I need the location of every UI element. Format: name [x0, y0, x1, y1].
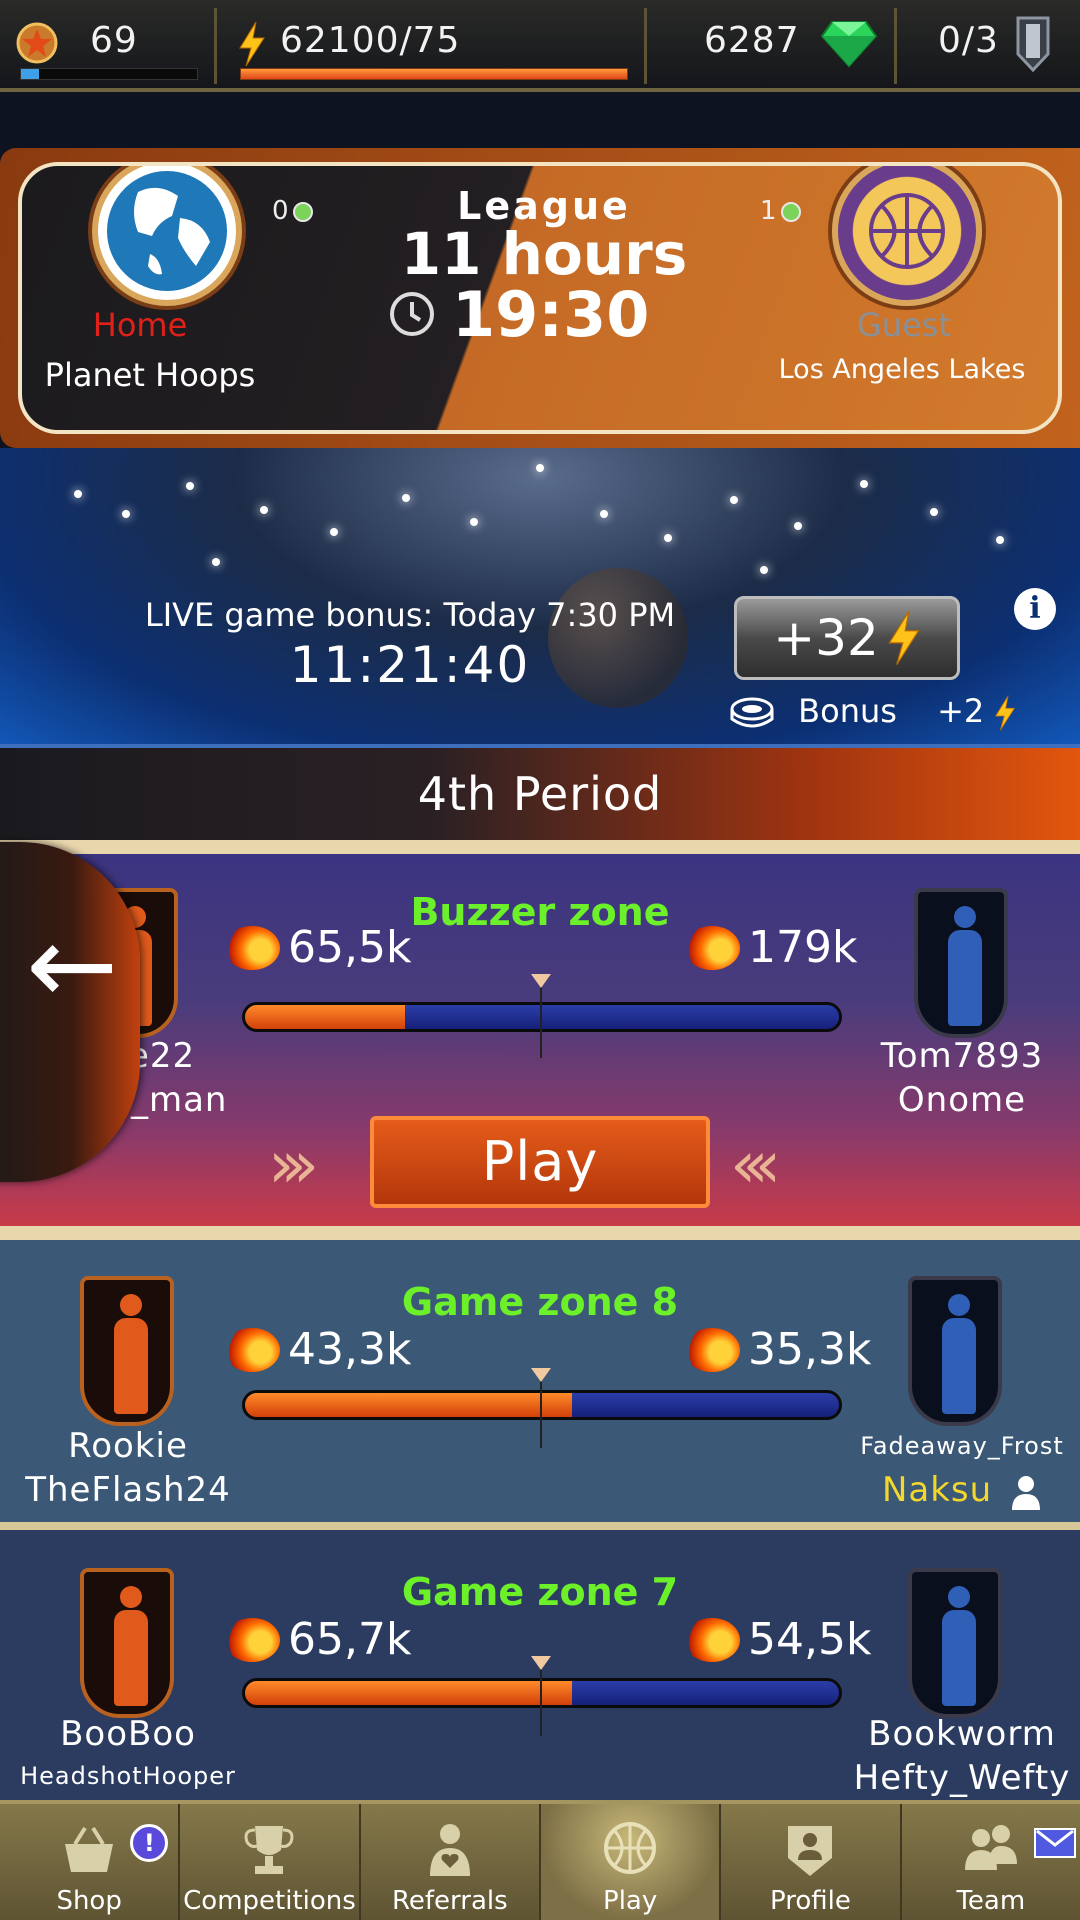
nav-team[interactable]: Team	[902, 1804, 1080, 1920]
fire-ball-icon	[224, 1617, 280, 1662]
match-card-frame: Home Planet Hoops 0 League 11 hours 19:3…	[0, 148, 1080, 448]
nav-shop[interactable]: ! Shop	[0, 1804, 181, 1920]
nav-profile[interactable]: Profile	[721, 1804, 902, 1920]
basketball-crest-icon	[869, 193, 945, 269]
match-card[interactable]: Home Planet Hoops 0 League 11 hours 19:3…	[18, 162, 1062, 434]
guest-player-avatar[interactable]	[914, 888, 1008, 1038]
midline-marker	[531, 1656, 551, 1736]
guest-zone-score: 35,3k	[684, 1324, 871, 1375]
game-zone-8-panel: Game zone 8 43,3k 35,3k Rookie TheFlash2…	[0, 1240, 1080, 1530]
guest-player-avatar[interactable]	[908, 1276, 1002, 1426]
live-bonus-timer: 11:21:40	[289, 636, 531, 694]
guest-role-label: Guest	[857, 306, 951, 344]
guest-score-dot-icon	[780, 201, 801, 222]
guest-player-name: Tom7893	[880, 1036, 1044, 1076]
energy-bolt-icon	[239, 22, 265, 66]
bonus-value-box: +32	[734, 596, 960, 680]
back-arrow-icon[interactable]: ←	[26, 910, 118, 1020]
match-time: 19:30	[452, 278, 650, 351]
current-user-name: Naksu	[832, 1470, 1080, 1510]
home-zone-score: 43,3k	[224, 1324, 411, 1375]
home-team-name: Planet Hoops	[44, 356, 256, 394]
gems-value: 6287	[704, 20, 800, 61]
gem-icon[interactable]	[820, 20, 878, 68]
clock-icon	[390, 292, 434, 336]
nav-label: Profile	[770, 1886, 851, 1916]
energy-value: 62100/75	[280, 20, 461, 61]
person-heart-icon	[429, 1824, 470, 1876]
xp-progress-bar	[20, 68, 198, 80]
midline-marker	[531, 974, 551, 1058]
zone-progress-bar	[242, 1390, 842, 1420]
period-header: 4th Period	[0, 744, 1080, 840]
home-zone-score: 65,7k	[224, 1614, 411, 1665]
basket-icon	[65, 1826, 114, 1872]
fire-ball-icon	[684, 925, 740, 970]
shield-ticket-icon[interactable]	[1014, 14, 1052, 72]
bottom-navigation: ! Shop Competitions Referrals Play Profi…	[0, 1800, 1080, 1920]
midline-marker	[531, 1368, 551, 1448]
guest-player-name: Onome	[897, 1080, 1027, 1120]
nav-label: Play	[603, 1886, 658, 1916]
stadium-icon	[730, 697, 774, 728]
live-bonus-title: LIVE game bonus: Today 7:30 PM	[144, 596, 676, 634]
live-bonus-panel: LIVE game bonus: Today 7:30 PM 11:21:40 …	[0, 448, 1080, 744]
bonus-value: +32	[773, 609, 879, 667]
chevrons-right-icon: ›››	[268, 1126, 319, 1203]
nav-label: Team	[956, 1886, 1026, 1916]
home-player-name: BooBoo	[60, 1714, 196, 1754]
basketball-icon	[604, 1822, 657, 1874]
nav-label: Referrals	[391, 1886, 508, 1916]
nav-referrals[interactable]: Referrals	[361, 1804, 541, 1920]
chevrons-left-icon: ‹‹‹	[730, 1126, 781, 1203]
level-star-icon	[16, 22, 58, 64]
fire-ball-icon	[224, 925, 280, 970]
fire-ball-icon	[684, 1327, 740, 1372]
guest-player-name: Hefty_Wefty	[853, 1758, 1071, 1798]
zone-progress-bar	[242, 1002, 842, 1032]
guest-zone-score: 179k	[684, 922, 857, 973]
resource-bar: 69 62100/75 6287 0/3	[0, 0, 1080, 92]
shop-badge: !	[130, 1824, 169, 1862]
team-icon	[964, 1825, 1017, 1870]
level-value: 69	[90, 20, 138, 61]
guest-score: 1	[760, 196, 801, 226]
guest-team-logo	[832, 166, 982, 306]
bonus-label: Bonus	[798, 692, 897, 730]
home-player-name: HeadshotHooper	[20, 1762, 236, 1790]
energy-bolt-icon	[995, 695, 1016, 731]
info-icon[interactable]: i	[1014, 588, 1056, 630]
home-zone-score: 65,5k	[224, 922, 411, 973]
home-player-name: TheFlash24	[25, 1470, 231, 1510]
mail-icon[interactable]	[1033, 1828, 1076, 1858]
guest-player-avatar[interactable]	[908, 1568, 1002, 1718]
home-player-avatar[interactable]	[80, 1276, 174, 1426]
home-player-avatar[interactable]	[80, 1568, 174, 1718]
bonus-extra: +2	[937, 692, 985, 730]
guest-player-name: Fadeaway_Frost	[860, 1432, 1064, 1460]
bonus-line: Bonus +2	[730, 692, 1016, 731]
zone-progress-bar	[242, 1678, 842, 1708]
nav-label: Competitions	[183, 1886, 356, 1916]
home-role-label: Home	[92, 306, 188, 344]
energy-progress-bar	[240, 68, 628, 80]
guest-team-name: Los Angeles Lakes	[778, 354, 1026, 385]
buzzer-zone-panel: Buzzer zone 65,5k 179k babe22 World_man …	[0, 840, 1080, 1240]
nav-competitions[interactable]: Competitions	[180, 1804, 361, 1920]
tickets-value: 0/3	[938, 20, 999, 61]
play-button[interactable]: Play	[370, 1116, 710, 1208]
fire-ball-icon	[224, 1327, 280, 1372]
game-zone-7-panel: Game zone 7 65,7k 54,5k BooBoo HeadshotH…	[0, 1530, 1080, 1800]
fire-ball-icon	[684, 1617, 740, 1662]
guest-zone-score: 54,5k	[684, 1614, 871, 1665]
trophy-icon	[244, 1826, 294, 1874]
user-icon	[1012, 1475, 1041, 1510]
energy-bolt-icon	[888, 610, 920, 666]
home-player-name: Rookie	[68, 1426, 188, 1466]
badge-person-icon	[788, 1826, 833, 1876]
nav-label: Shop	[56, 1886, 122, 1916]
guest-player-name: Bookworm	[868, 1714, 1056, 1754]
nav-play[interactable]: Play	[540, 1804, 722, 1920]
